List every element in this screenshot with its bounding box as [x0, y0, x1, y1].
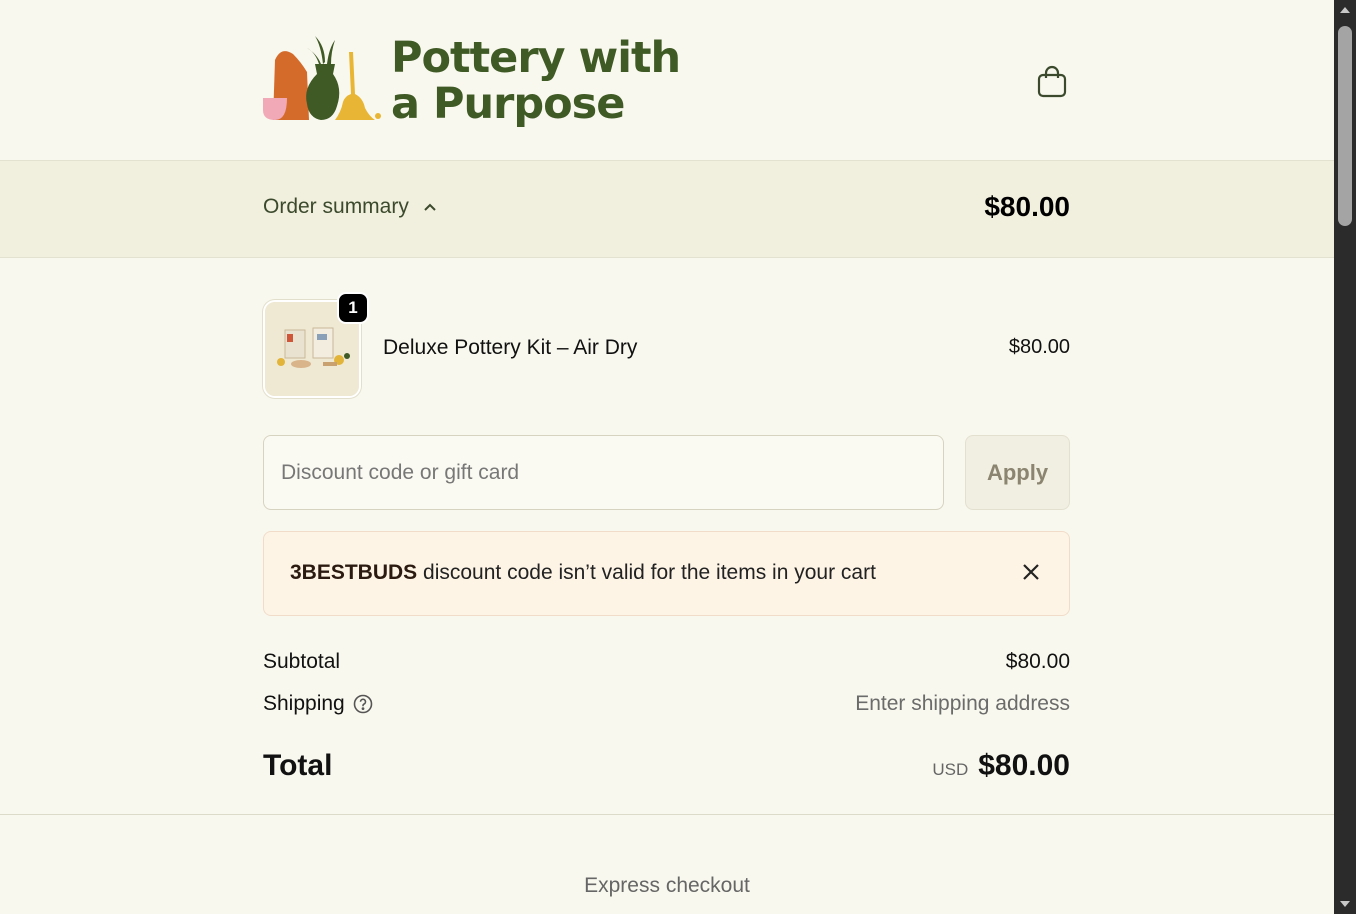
shipping-row: Shipping Enter shipping address: [263, 692, 1070, 716]
discount-error-alert: 3BESTBUDS discount code isn’t valid for …: [263, 531, 1070, 616]
subtotal-row: Subtotal $80.00: [263, 650, 1070, 674]
triangle-up-icon: [1340, 7, 1350, 13]
scroll-thumb[interactable]: [1338, 26, 1352, 226]
total-label: Total: [263, 749, 333, 782]
total-value-wrap: USD $80.00: [932, 749, 1070, 783]
line-item: 1 Deluxe Pottery Kit – Air Dry $80.00: [263, 292, 1070, 398]
chevron-up-icon: [424, 203, 436, 211]
shopping-bag-icon: [1037, 65, 1067, 98]
section-divider: [0, 814, 1334, 815]
currency-code: USD: [932, 760, 969, 779]
product-name: Deluxe Pottery Kit – Air Dry: [383, 336, 638, 359]
site-header: Pottery with a Purpose: [0, 0, 1334, 161]
triangle-down-icon: [1340, 901, 1350, 907]
alert-message: 3BESTBUDS discount code isn’t valid for …: [290, 561, 876, 585]
discount-form: Apply: [263, 435, 1070, 510]
logo-wordmark: Pottery with a Purpose: [391, 33, 681, 129]
logo-line-1: Pottery with: [391, 33, 681, 83]
discount-code-input[interactable]: [263, 435, 944, 510]
discount-code-text: 3BESTBUDS: [290, 561, 418, 584]
subtotal-label: Subtotal: [263, 650, 341, 673]
scroll-down-arrow[interactable]: [1334, 894, 1356, 914]
order-summary-toggle[interactable]: Order summary: [263, 195, 437, 219]
logo-line-2: a Purpose: [391, 79, 625, 129]
close-icon: [1023, 564, 1039, 580]
pottery-vases-logo: [263, 36, 381, 120]
shipping-value: Enter shipping address: [855, 692, 1070, 715]
express-checkout-heading: Express checkout: [584, 874, 750, 897]
product-price: $80.00: [1008, 336, 1070, 358]
order-summary-total: $80.00: [984, 191, 1070, 222]
cart-button[interactable]: [1034, 64, 1070, 100]
store-logo[interactable]: Pottery with a Purpose: [263, 32, 683, 132]
order-summary-bar: Order summary $80.00: [0, 161, 1334, 258]
total-row: Total USD $80.00: [263, 749, 1070, 783]
apply-discount-button[interactable]: Apply: [965, 435, 1070, 510]
shipping-label: Shipping: [263, 692, 345, 715]
vertical-scrollbar[interactable]: [1334, 0, 1356, 914]
total-value: $80.00: [978, 749, 1070, 782]
order-summary-label: Order summary: [263, 195, 409, 218]
help-circle-icon[interactable]: [353, 694, 373, 714]
scroll-up-arrow[interactable]: [1334, 0, 1356, 20]
alert-message-text: discount code isn’t valid for the items …: [417, 561, 876, 584]
dismiss-alert-button[interactable]: [1019, 560, 1043, 584]
quantity-badge: 1: [337, 292, 369, 324]
checkout-page: Pottery with a Purpose Order summary $80…: [0, 0, 1334, 914]
subtotal-value: $80.00: [1005, 650, 1070, 673]
